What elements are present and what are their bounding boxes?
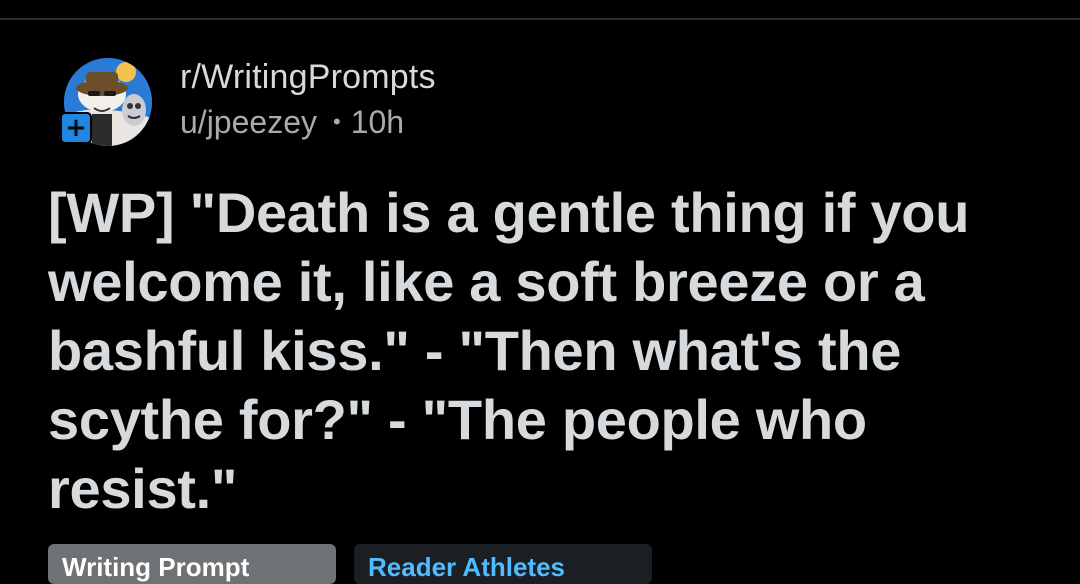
- post-flair[interactable]: Writing Prompt: [48, 544, 336, 584]
- post-meta: r/WritingPrompts u/jpeezey • 10h: [180, 58, 436, 140]
- subreddit-link[interactable]: r/WritingPrompts: [180, 58, 436, 96]
- author-link[interactable]: u/jpeezey: [180, 104, 317, 140]
- post-byline: u/jpeezey • 10h: [180, 104, 436, 140]
- post-timestamp: 10h: [350, 104, 405, 140]
- post-header: + r/WritingPrompts u/jpeezey • 10h: [60, 58, 436, 152]
- post-title[interactable]: [WP] "Death is a gentle thing if you wel…: [48, 178, 1048, 523]
- subreddit-avatar[interactable]: +: [60, 58, 156, 152]
- top-divider: [0, 18, 1080, 20]
- plus-icon[interactable]: +: [60, 112, 92, 144]
- flair-label: Reader Athletes: [368, 552, 565, 582]
- secondary-flair[interactable]: Reader Athletes: [354, 544, 652, 584]
- byline-separator: •: [332, 109, 341, 134]
- flair-label: Writing Prompt: [62, 552, 250, 582]
